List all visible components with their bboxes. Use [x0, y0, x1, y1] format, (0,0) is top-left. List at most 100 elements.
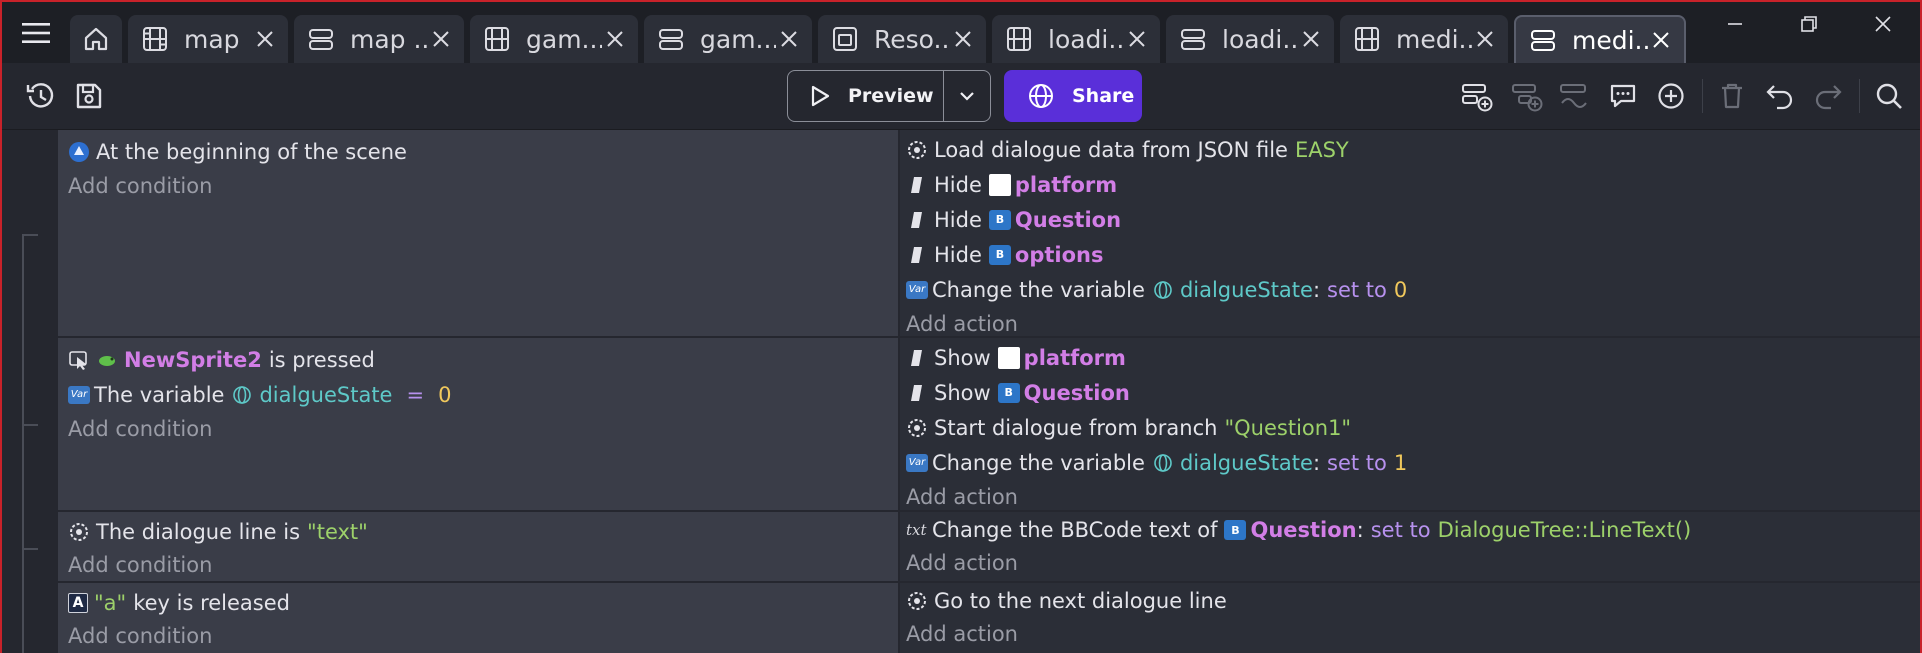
preview-dropdown-button[interactable]: [943, 71, 990, 121]
action-text: Change the variable: [932, 277, 1145, 302]
action-verb: Hide: [934, 172, 982, 197]
cursor-on-object-icon: [68, 349, 90, 371]
tab-loading-scene[interactable]: loadi...: [992, 15, 1160, 63]
add-comment-button[interactable]: [1604, 77, 1642, 115]
add-button[interactable]: [1652, 77, 1690, 115]
event-row[interactable]: At the beginning of the scene Add condit…: [40, 130, 1920, 336]
add-event-button[interactable]: [1458, 77, 1496, 115]
action-line[interactable]: Hide platform: [906, 167, 1920, 202]
preview-label: Preview: [848, 85, 934, 107]
tab-label: loadi...: [1048, 24, 1124, 54]
tab-resources[interactable]: Reso...: [818, 15, 986, 63]
add-action-button[interactable]: Add action: [906, 546, 1920, 579]
history-button[interactable]: [22, 77, 60, 115]
tab-medium-events[interactable]: medi...: [1514, 15, 1686, 63]
text-icon: txt: [906, 521, 927, 539]
action-line[interactable]: Hide B options: [906, 237, 1920, 272]
condition-line[interactable]: At the beginning of the scene: [68, 134, 898, 169]
add-condition-button[interactable]: Add condition: [68, 548, 898, 581]
events-icon: [306, 24, 336, 54]
action-line[interactable]: Var Change the variable dialgueState: se…: [906, 272, 1920, 307]
conditions-column[interactable]: A "a" key is released Add condition: [58, 583, 898, 653]
actions-column[interactable]: txt Change the BBCode text of B Question…: [900, 512, 1920, 581]
add-condition-button[interactable]: Add condition: [68, 169, 898, 202]
close-icon[interactable]: [1124, 26, 1150, 52]
action-value: "Question1": [1224, 415, 1352, 440]
conditions-column[interactable]: The dialogue line is "text" Add conditio…: [58, 512, 898, 581]
close-icon[interactable]: [776, 26, 802, 52]
tab-map-events[interactable]: map ...: [294, 15, 464, 63]
action-line[interactable]: Var Change the variable dialgueState: se…: [906, 445, 1920, 480]
sprite-icon: [96, 349, 118, 371]
share-button[interactable]: Share: [1004, 70, 1142, 122]
bbcode-text-icon: B: [988, 209, 1011, 230]
action-line[interactable]: Load dialogue data from JSON file EASY: [906, 132, 1920, 167]
close-icon[interactable]: [1472, 26, 1498, 52]
preview-button[interactable]: Preview: [788, 71, 943, 121]
add-action-button[interactable]: Add action: [906, 617, 1920, 650]
variable-name: dialgueState: [1179, 277, 1313, 302]
delete-button[interactable]: [1713, 77, 1751, 115]
close-icon[interactable]: [1648, 27, 1674, 53]
action-line[interactable]: txt Change the BBCode text of B Question…: [906, 514, 1920, 546]
tab-game-scene[interactable]: gam...: [470, 15, 638, 63]
restore-icon: [1801, 16, 1817, 32]
share-label: Share: [1072, 85, 1135, 107]
tab-medium-scene[interactable]: medi...: [1340, 15, 1508, 63]
close-icon[interactable]: [950, 26, 976, 52]
save-button[interactable]: [70, 77, 108, 115]
condition-line[interactable]: Var The variable dialgueState = 0: [68, 377, 898, 412]
condition-line[interactable]: The dialogue line is "text": [68, 516, 898, 548]
action-line[interactable]: Show platform: [906, 340, 1920, 375]
close-icon[interactable]: [1298, 26, 1324, 52]
condition-line[interactable]: NewSprite2 is pressed: [68, 342, 898, 377]
close-icon[interactable]: [602, 26, 628, 52]
add-other-button[interactable]: [1556, 77, 1594, 115]
variable-icon: Var: [68, 385, 90, 404]
add-sub-event-button[interactable]: [1508, 77, 1546, 115]
close-icon[interactable]: [428, 26, 454, 52]
event-row[interactable]: The dialogue line is "text" Add conditio…: [40, 512, 1920, 581]
tab-home[interactable]: [70, 15, 122, 63]
object-name: platform: [1014, 172, 1118, 197]
undo-button[interactable]: [1761, 77, 1799, 115]
actions-column[interactable]: Show platform Show B Question Start dial…: [900, 338, 1920, 510]
event-row[interactable]: A "a" key is released Add condition Go t…: [40, 583, 1920, 653]
add-condition-button[interactable]: Add condition: [68, 619, 898, 652]
search-button[interactable]: [1870, 77, 1908, 115]
add-event-icon: [1462, 84, 1493, 112]
events-icon: [656, 24, 686, 54]
action-verb: Hide: [934, 207, 982, 232]
visibility-icon: [906, 347, 928, 369]
tab-map-scene[interactable]: map: [128, 15, 288, 63]
action-line[interactable]: Show B Question: [906, 375, 1920, 410]
close-icon[interactable]: [252, 26, 278, 52]
tab-label: gam...: [700, 24, 776, 54]
visibility-icon: [906, 174, 928, 196]
redo-button[interactable]: [1809, 77, 1847, 115]
actions-column[interactable]: Go to the next dialogue line Add action: [900, 583, 1920, 653]
conditions-column[interactable]: NewSprite2 is pressed Var The variable d…: [58, 338, 898, 510]
close-window-button[interactable]: [1846, 2, 1920, 46]
action-line[interactable]: Hide B Question: [906, 202, 1920, 237]
add-action-button[interactable]: Add action: [906, 480, 1920, 513]
variable-icon: Var: [906, 453, 928, 472]
actions-column[interactable]: Load dialogue data from JSON file EASY H…: [900, 130, 1920, 336]
add-action-button[interactable]: Add action: [906, 307, 1920, 340]
menu-button[interactable]: [2, 2, 70, 63]
minimize-button[interactable]: [1698, 2, 1772, 46]
event-row[interactable]: NewSprite2 is pressed Var The variable d…: [40, 338, 1920, 510]
condition-line[interactable]: A "a" key is released: [68, 587, 898, 619]
conditions-column[interactable]: At the beginning of the scene Add condit…: [58, 130, 898, 336]
action-line[interactable]: Start dialogue from branch "Question1": [906, 410, 1920, 445]
scene-start-icon: [68, 141, 90, 163]
variable-icon: Var: [906, 280, 928, 299]
globe-icon: [1029, 84, 1053, 108]
dialogue-tree-icon: [906, 417, 928, 439]
tab-loading-events[interactable]: loadi...: [1166, 15, 1334, 63]
restore-button[interactable]: [1772, 2, 1846, 46]
action-line[interactable]: Go to the next dialogue line: [906, 585, 1920, 617]
add-condition-button[interactable]: Add condition: [68, 412, 898, 445]
tab-game-events[interactable]: gam...: [644, 15, 812, 63]
globe-icon: [231, 384, 253, 406]
